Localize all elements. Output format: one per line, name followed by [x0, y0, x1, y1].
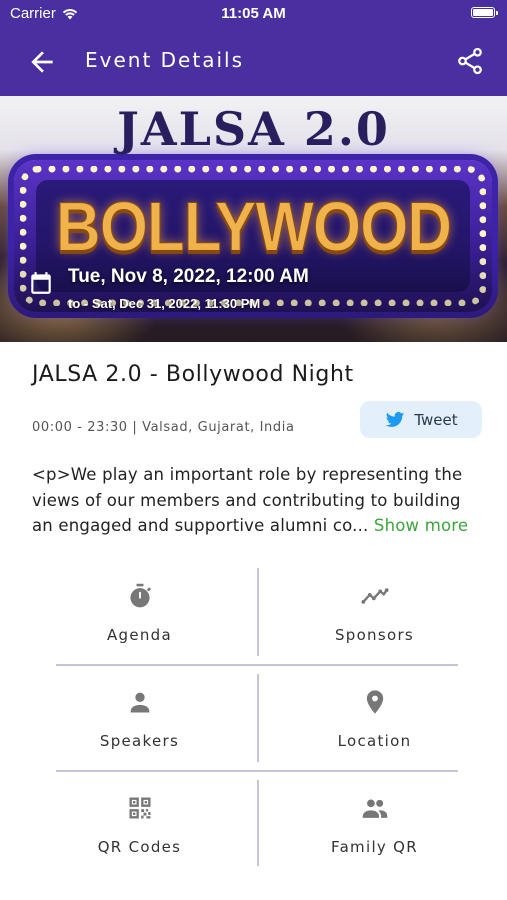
event-menu-grid: Agenda Sponsors Speakers Location QR Cod… — [22, 568, 492, 868]
end-datetime: to - Sat, Dec 31, 2022, 11:30 PM — [68, 296, 261, 311]
app-bar: Event Details — [0, 28, 507, 96]
menu-item-label: Family QR — [331, 838, 418, 856]
arrow-left-icon — [31, 51, 53, 73]
top-bar: Carrier 11:05 AM Event Details — [0, 0, 507, 96]
back-button[interactable] — [26, 46, 58, 78]
menu-item-family-qr[interactable]: Family QR — [257, 780, 492, 885]
battery-icon — [471, 7, 498, 18]
event-meta: 00:00 - 23:30 | Valsad, Gujarat, India — [32, 420, 295, 435]
event-banner: JALSA 2.0 BOLLYWOOD Tue, Nov 8, 2022, 12… — [0, 96, 507, 342]
menu-item-label: QR Codes — [97, 838, 182, 856]
menu-item-location[interactable]: Location — [257, 674, 492, 779]
menu-item-label: Agenda — [106, 626, 173, 644]
menu-item-label: Speakers — [99, 732, 180, 750]
menu-item-agenda[interactable]: Agenda — [22, 568, 257, 673]
menu-item-label: Sponsors — [334, 626, 415, 644]
tweet-button[interactable]: Tweet — [360, 401, 482, 438]
group-icon — [362, 799, 387, 818]
start-datetime: Tue, Nov 8, 2022, 12:00 AM — [68, 266, 309, 287]
calendar-icon — [31, 272, 51, 294]
tweet-label: Tweet — [414, 410, 458, 429]
timer-icon — [129, 583, 151, 608]
share-button[interactable] — [455, 46, 485, 78]
person-icon — [130, 692, 149, 713]
twitter-bird-icon — [386, 411, 405, 427]
event-description: <p>We play an important role by represen… — [32, 462, 482, 539]
menu-item-qr-codes[interactable]: QR Codes — [22, 780, 257, 885]
menu-item-label: Location — [337, 732, 412, 750]
show-more-link[interactable]: Show more — [374, 516, 468, 535]
status-bar: Carrier 11:05 AM — [0, 0, 507, 28]
event-title: JALSA 2.0 - Bollywood Night — [32, 362, 354, 387]
location-pin-icon — [366, 690, 383, 714]
menu-item-sponsors[interactable]: Sponsors — [257, 568, 492, 673]
page-title: Event Details — [85, 48, 244, 72]
banner-top-text: JALSA 2.0 — [117, 102, 390, 156]
status-time: 11:05 AM — [221, 5, 286, 22]
qr-code-icon — [129, 797, 150, 819]
menu-item-speakers[interactable]: Speakers — [22, 674, 257, 779]
trending-icon — [360, 588, 389, 604]
share-icon — [458, 47, 482, 75]
